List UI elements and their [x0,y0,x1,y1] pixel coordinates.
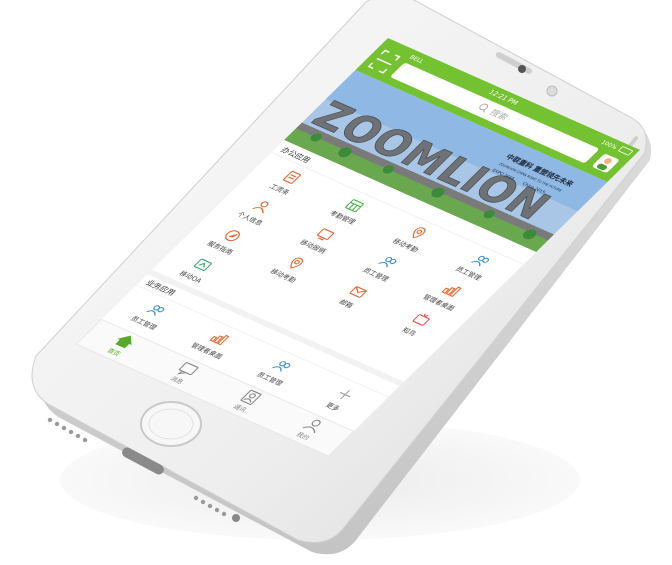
phone-mockup-scene: BELL 12:21 PM 100% 搜索 ZOOMLION 中联重科 重塑领先… [0,0,672,565]
screen: BELL 12:21 PM 100% 搜索 ZOOMLION 中联重科 重塑领先… [75,38,641,457]
